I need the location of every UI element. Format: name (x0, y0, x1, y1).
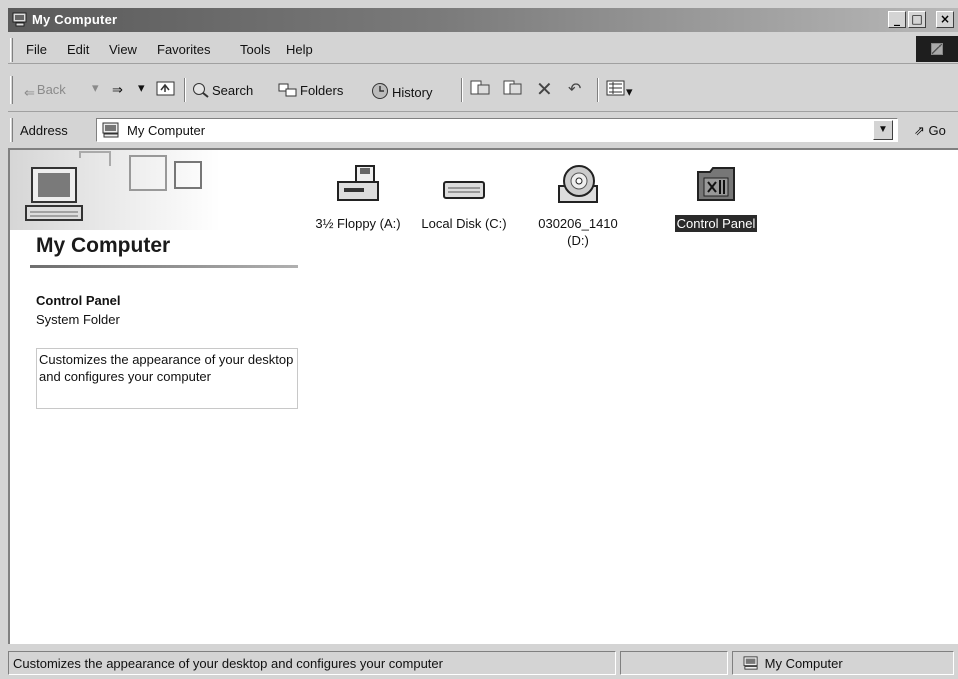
views-button[interactable]: ▾ (606, 80, 633, 100)
computer-icon (102, 122, 119, 138)
address-dropdown-button[interactable]: ▼ (873, 120, 893, 140)
computer-icon (743, 656, 758, 670)
menu-grip[interactable] (10, 38, 13, 62)
status-text: Customizes the appearance of your deskto… (8, 651, 616, 675)
menu-file[interactable]: File (26, 42, 47, 57)
back-arrow-icon: ⇐ (24, 85, 35, 100)
file-item-local-disk[interactable]: Local Disk (C:) (414, 164, 514, 232)
control-panel-icon (697, 167, 735, 201)
file-item-floppy[interactable]: 3½ Floppy (A:) (308, 164, 408, 232)
menu-help[interactable]: Help (286, 42, 313, 57)
menu-bar: File Edit View Favorites Tools Help (8, 34, 958, 64)
status-empty-pane (620, 651, 728, 675)
title-bar[interactable]: My Computer _ □ × (8, 8, 958, 32)
address-label: Address (20, 123, 68, 138)
address-input[interactable]: My Computer ▼ (96, 118, 898, 142)
delete-icon[interactable]: ✕ (536, 77, 553, 102)
computer-icon (12, 12, 27, 27)
history-button[interactable]: History (370, 82, 432, 100)
search-icon (193, 83, 209, 98)
menu-favorites[interactable]: Favorites (157, 42, 210, 57)
copy-to-icon (503, 80, 522, 95)
address-grip[interactable] (10, 118, 13, 142)
back-button[interactable]: ⇐ Back (24, 82, 66, 101)
go-button[interactable]: ⇗ Go (914, 123, 946, 139)
folders-icon (278, 83, 297, 97)
move-to-button[interactable] (469, 79, 491, 100)
folders-button[interactable]: Folders (278, 82, 343, 98)
folder-view[interactable]: My Computer Control Panel System Folder … (8, 148, 958, 644)
up-folder-button[interactable] (156, 79, 176, 100)
close-button[interactable]: × (936, 11, 954, 28)
history-icon (372, 83, 388, 99)
undo-icon[interactable]: ↶ (568, 79, 581, 99)
status-bar: Customizes the appearance of your deskto… (8, 648, 958, 679)
standard-toolbar: ⇐ Back ▾ ⇒ ▾ Search Folders History ✕ ↶ … (8, 66, 958, 112)
panel-title: My Computer (36, 234, 171, 257)
status-zone-label: My Computer (764, 656, 843, 671)
window-title: My Computer (32, 12, 118, 27)
back-dropdown-icon[interactable]: ▾ (92, 80, 99, 96)
folders-label: Folders (300, 83, 344, 98)
status-zone: My Computer (732, 651, 954, 675)
floppy-drive-icon (337, 165, 379, 201)
minimize-button[interactable]: _ (888, 11, 906, 28)
forward-dropdown-icon[interactable]: ▾ (138, 80, 145, 96)
selected-item-description: Customizes the appearance of your deskto… (36, 348, 298, 409)
go-arrow-icon: ⇗ (914, 123, 925, 138)
file-label-floppy: 3½ Floppy (A:) (315, 216, 401, 231)
cd-drive-icon (558, 165, 598, 203)
selected-item-name: Control Panel (36, 293, 121, 308)
file-label-control-panel: Control Panel (674, 215, 758, 232)
search-label: Search (212, 83, 254, 98)
menu-tools[interactable]: Tools (240, 42, 270, 57)
menu-edit[interactable]: Edit (67, 42, 89, 57)
history-label: History (392, 85, 433, 100)
windows-logo-icon (916, 36, 958, 62)
views-icon (606, 80, 625, 96)
file-item-control-panel[interactable]: Control Panel (666, 164, 766, 232)
file-label-local-disk: Local Disk (C:) (421, 216, 507, 231)
my-computer-banner-icon (10, 150, 220, 230)
copy-to-button[interactable] (502, 79, 524, 100)
go-label: Go (928, 123, 946, 138)
file-label-cd-drive: 030206_1410 (D:) (538, 216, 618, 248)
up-folder-icon (156, 81, 175, 96)
views-dropdown-icon: ▾ (626, 84, 633, 99)
search-button[interactable]: Search (192, 82, 253, 98)
address-bar: Address My Computer ▼ ⇗ Go (8, 114, 958, 146)
forward-arrow-icon: ⇒ (112, 82, 123, 97)
selected-item-type: System Folder (36, 312, 120, 327)
panel-divider (30, 265, 298, 268)
move-to-icon (470, 80, 490, 95)
maximize-button[interactable]: □ (908, 11, 926, 28)
forward-button[interactable]: ⇒ (112, 82, 123, 98)
toolbar-grip[interactable] (10, 76, 13, 104)
back-label: Back (36, 82, 66, 97)
explorer-window: My Computer _ □ × File Edit View Favorit… (0, 0, 958, 679)
file-item-cd-drive[interactable]: 030206_1410 (D:) (528, 164, 628, 249)
hard-disk-icon (443, 181, 485, 199)
address-value: My Computer (127, 123, 206, 138)
menu-view[interactable]: View (109, 42, 137, 57)
